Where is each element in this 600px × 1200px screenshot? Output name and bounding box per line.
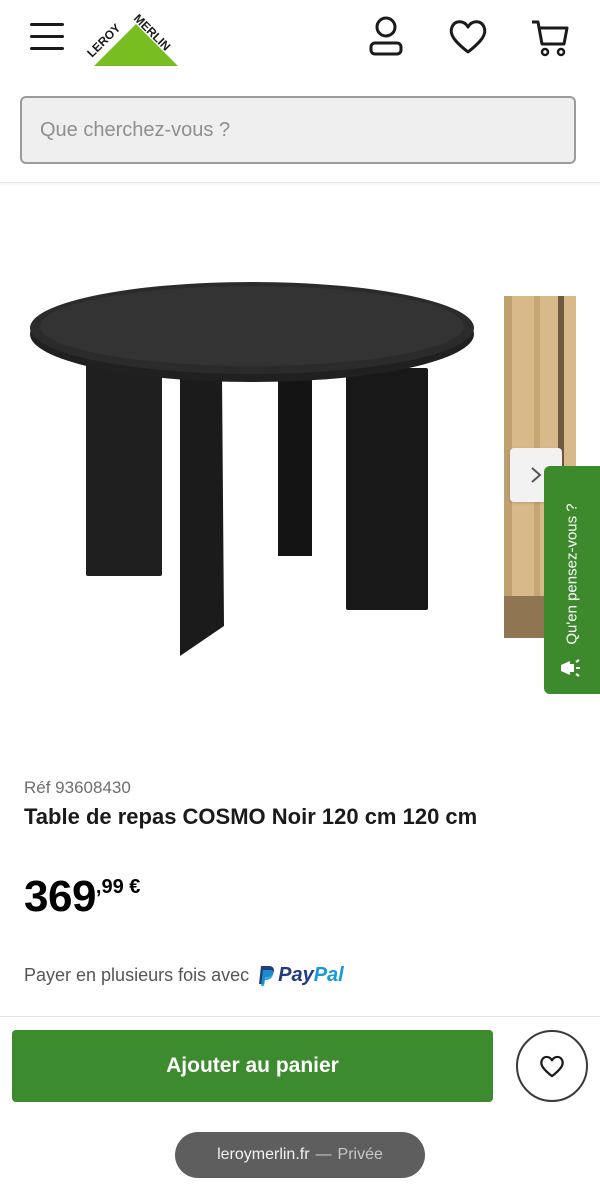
megaphone-icon xyxy=(561,659,580,677)
paypal-pay: Pay xyxy=(278,964,314,986)
price-decimal: ,99 € xyxy=(95,876,141,898)
site-header: LEROY MERLIN xyxy=(0,0,600,183)
feedback-tab[interactable]: Qu'en pensez-vous ? xyxy=(544,466,600,694)
product-price: 369,99 € xyxy=(24,872,140,922)
product-title: Table de repas COSMO Noir 120 cm 120 cm xyxy=(24,804,478,829)
product-image-gallery[interactable] xyxy=(0,184,600,744)
add-to-favorites-button[interactable] xyxy=(516,1030,588,1102)
product-reference: Réf 93608430 xyxy=(24,778,131,797)
paypal-logo[interactable]: PayPal xyxy=(257,964,344,987)
url-separator: — xyxy=(315,1146,332,1163)
add-to-cart-button[interactable]: Ajouter au panier xyxy=(12,1030,493,1102)
payment-option: Payer en plusieurs fois avec PayPal xyxy=(24,964,344,987)
leroy-merlin-logo[interactable]: LEROY MERLIN xyxy=(86,6,186,70)
payment-text: Payer en plusieurs fois avec xyxy=(24,965,250,985)
search-input[interactable] xyxy=(20,96,576,164)
chevron-right-icon xyxy=(531,467,542,483)
divider xyxy=(0,1016,600,1017)
price-integer: 369 xyxy=(24,872,96,921)
account-icon[interactable] xyxy=(364,14,408,62)
heart-icon xyxy=(540,1055,564,1078)
paypal-pal: Pal xyxy=(313,964,344,986)
heart-icon[interactable] xyxy=(446,14,490,62)
cart-icon[interactable] xyxy=(528,14,572,62)
menu-icon[interactable] xyxy=(28,20,68,54)
feedback-label: Qu'en pensez-vous ? xyxy=(563,503,581,645)
private-mode-label: Privée xyxy=(337,1146,383,1163)
browser-url-bar[interactable]: leroymerlin.fr — Privée xyxy=(175,1132,425,1178)
url-domain: leroymerlin.fr xyxy=(217,1146,310,1163)
product-image xyxy=(30,282,474,656)
paypal-icon xyxy=(259,965,275,986)
